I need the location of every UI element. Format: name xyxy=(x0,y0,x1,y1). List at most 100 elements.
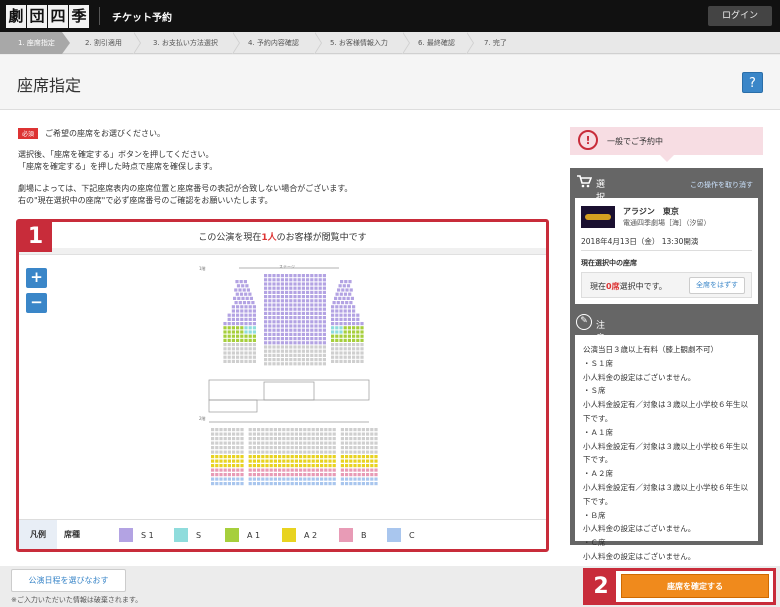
seat[interactable] xyxy=(261,455,265,459)
seat[interactable] xyxy=(265,482,269,486)
seat[interactable] xyxy=(223,330,227,334)
seat[interactable] xyxy=(223,441,227,445)
seat[interactable] xyxy=(352,326,356,330)
seat[interactable] xyxy=(353,437,357,441)
seat[interactable] xyxy=(335,322,339,326)
seat-map[interactable]: 1階 ステージ2階 xyxy=(169,262,409,512)
seat[interactable] xyxy=(236,428,240,432)
seat[interactable] xyxy=(265,459,269,463)
seat[interactable] xyxy=(252,482,256,486)
seat[interactable] xyxy=(345,459,349,463)
seat[interactable] xyxy=(328,482,332,486)
seat[interactable] xyxy=(227,477,231,481)
seat[interactable] xyxy=(339,305,343,309)
seat[interactable] xyxy=(303,446,307,450)
seat[interactable] xyxy=(289,328,293,332)
seat[interactable] xyxy=(257,464,261,468)
seat[interactable] xyxy=(340,428,344,432)
seat[interactable] xyxy=(310,353,314,357)
seat[interactable] xyxy=(311,455,315,459)
seat[interactable] xyxy=(306,320,310,324)
seat[interactable] xyxy=(265,441,269,445)
seat[interactable] xyxy=(306,324,310,328)
seat[interactable] xyxy=(301,341,305,345)
seat[interactable] xyxy=(278,468,282,472)
seat[interactable] xyxy=(322,328,326,332)
seat[interactable] xyxy=(306,362,310,366)
seat[interactable] xyxy=(276,353,280,357)
seat[interactable] xyxy=(318,320,322,324)
seat[interactable] xyxy=(315,473,319,477)
seat[interactable] xyxy=(269,464,273,468)
seat[interactable] xyxy=(322,353,326,357)
seat[interactable] xyxy=(366,459,370,463)
seat[interactable] xyxy=(257,473,261,477)
seat[interactable] xyxy=(252,428,256,432)
seat[interactable] xyxy=(311,437,315,441)
seat[interactable] xyxy=(252,338,256,342)
seat[interactable] xyxy=(272,341,276,345)
seat[interactable] xyxy=(282,432,286,436)
seat[interactable] xyxy=(297,290,301,294)
seat[interactable] xyxy=(297,324,301,328)
seat[interactable] xyxy=(299,468,303,472)
seat[interactable] xyxy=(318,341,322,345)
seat[interactable] xyxy=(343,338,347,342)
seat[interactable] xyxy=(289,274,293,278)
seat[interactable] xyxy=(366,473,370,477)
seat[interactable] xyxy=(374,477,378,481)
seat[interactable] xyxy=(248,317,252,321)
seat[interactable] xyxy=(273,428,277,432)
seat[interactable] xyxy=(238,288,242,292)
seat[interactable] xyxy=(310,358,314,362)
seat[interactable] xyxy=(278,464,282,468)
seat[interactable] xyxy=(236,482,240,486)
seat[interactable] xyxy=(293,362,297,366)
seat[interactable] xyxy=(289,358,293,362)
seat[interactable] xyxy=(280,299,284,303)
seat[interactable] xyxy=(297,299,301,303)
seat[interactable] xyxy=(328,441,332,445)
seat[interactable] xyxy=(252,355,256,359)
seat[interactable] xyxy=(289,324,293,328)
seat[interactable] xyxy=(278,482,282,486)
seat[interactable] xyxy=(219,459,223,463)
seat[interactable] xyxy=(272,303,276,307)
seat[interactable] xyxy=(223,477,227,481)
seat[interactable] xyxy=(223,437,227,441)
seat[interactable] xyxy=(232,464,236,468)
seat[interactable] xyxy=(294,446,298,450)
seat[interactable] xyxy=(261,450,265,454)
seat[interactable] xyxy=(320,468,324,472)
seat[interactable] xyxy=(360,326,364,330)
seat[interactable] xyxy=(248,351,252,355)
seat[interactable] xyxy=(269,446,273,450)
seat[interactable] xyxy=(268,332,272,336)
seat[interactable] xyxy=(273,482,277,486)
seat[interactable] xyxy=(245,284,249,288)
seat[interactable] xyxy=(318,353,322,357)
seat[interactable] xyxy=(361,450,365,454)
seat[interactable] xyxy=(223,326,227,330)
seat[interactable] xyxy=(331,313,335,317)
seat[interactable] xyxy=(290,468,294,472)
seat[interactable] xyxy=(320,441,324,445)
seat[interactable] xyxy=(276,324,280,328)
seat[interactable] xyxy=(353,482,357,486)
seat[interactable] xyxy=(318,332,322,336)
seat[interactable] xyxy=(345,446,349,450)
seat[interactable] xyxy=(285,324,289,328)
shiki-logo[interactable]: 劇 団 四 季 xyxy=(6,5,90,28)
seat[interactable] xyxy=(265,437,269,441)
seat[interactable] xyxy=(307,455,311,459)
seat[interactable] xyxy=(268,299,272,303)
seat[interactable] xyxy=(335,317,339,321)
seat[interactable] xyxy=(357,464,361,468)
seat[interactable] xyxy=(353,459,357,463)
seat[interactable] xyxy=(268,349,272,353)
seat[interactable] xyxy=(289,295,293,299)
seat[interactable] xyxy=(345,473,349,477)
seat[interactable] xyxy=(223,464,227,468)
seat[interactable] xyxy=(278,477,282,481)
seat[interactable] xyxy=(335,359,339,363)
